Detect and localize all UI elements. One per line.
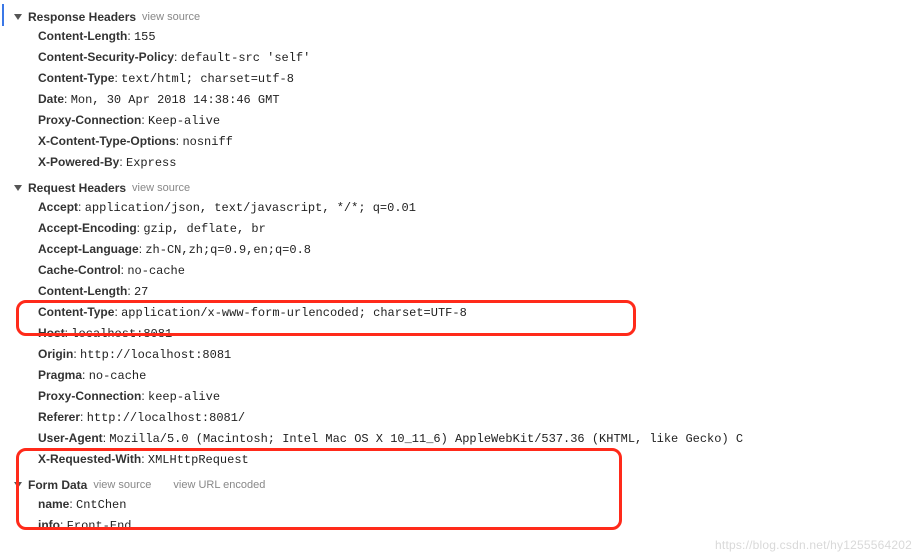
header-val: XMLHttpRequest bbox=[148, 453, 249, 467]
header-val: Express bbox=[126, 156, 176, 170]
section-title: Form Data bbox=[28, 478, 87, 492]
header-val: http://localhost:8081 bbox=[80, 348, 231, 362]
header-key: Content-Type bbox=[38, 71, 114, 85]
header-val: keep-alive bbox=[148, 390, 220, 404]
header-val: Mon, 30 Apr 2018 14:38:46 GMT bbox=[71, 93, 280, 107]
header-val: zh-CN,zh;q=0.9,en;q=0.8 bbox=[145, 243, 311, 257]
header-row: Content-Type: application/x-www-form-url… bbox=[8, 302, 924, 323]
header-key: X-Powered-By bbox=[38, 155, 119, 169]
header-key: Referer bbox=[38, 410, 80, 424]
form-key: info bbox=[38, 518, 60, 532]
header-key: Proxy-Connection bbox=[38, 113, 141, 127]
header-key: Date bbox=[38, 92, 64, 106]
view-source-link[interactable]: view source bbox=[93, 479, 151, 491]
header-row: Host: localhost:8081 bbox=[8, 323, 924, 344]
header-val: gzip, deflate, br bbox=[143, 222, 265, 236]
header-val: application/json, text/javascript, */*; … bbox=[85, 201, 416, 215]
header-key: User-Agent bbox=[38, 431, 103, 445]
view-source-link[interactable]: view source bbox=[132, 182, 190, 194]
header-row: Content-Type: text/html; charset=utf-8 bbox=[8, 68, 924, 89]
header-row: Cache-Control: no-cache bbox=[8, 260, 924, 281]
header-val: text/html; charset=utf-8 bbox=[121, 72, 294, 86]
chevron-down-icon bbox=[14, 185, 22, 191]
response-kv-list: Content-Length: 155 Content-Security-Pol… bbox=[8, 26, 924, 173]
section-header-request[interactable]: Request Headers view source bbox=[8, 179, 924, 197]
chevron-down-icon bbox=[14, 14, 22, 20]
form-val: CntChen bbox=[76, 498, 126, 512]
header-key: Pragma bbox=[38, 368, 82, 382]
header-key: Origin bbox=[38, 347, 73, 361]
header-row: Pragma: no-cache bbox=[8, 365, 924, 386]
header-key: Content-Security-Policy bbox=[38, 50, 174, 64]
section-title: Response Headers bbox=[28, 10, 136, 24]
header-key: Host bbox=[38, 326, 65, 340]
header-key: X-Requested-With bbox=[38, 452, 141, 466]
header-row: User-Agent: Mozilla/5.0 (Macintosh; Inte… bbox=[8, 428, 924, 449]
request-kv-list: Accept: application/json, text/javascrip… bbox=[8, 197, 924, 470]
header-row: Content-Length: 155 bbox=[8, 26, 924, 47]
form-val: Front-End bbox=[67, 519, 132, 533]
selection-indicator bbox=[2, 4, 4, 26]
header-val: no-cache bbox=[89, 369, 147, 383]
header-row: X-Powered-By: Express bbox=[8, 152, 924, 173]
header-key: Accept-Language bbox=[38, 242, 139, 256]
header-val: no-cache bbox=[127, 264, 185, 278]
header-val: http://localhost:8081/ bbox=[87, 411, 245, 425]
form-row: name: CntChen bbox=[8, 494, 924, 515]
header-row: Content-Length: 27 bbox=[8, 281, 924, 302]
header-row: Origin: http://localhost:8081 bbox=[8, 344, 924, 365]
header-key: Accept bbox=[38, 200, 78, 214]
view-url-encoded-link[interactable]: view URL encoded bbox=[173, 479, 265, 491]
chevron-down-icon bbox=[14, 482, 22, 488]
header-key: Proxy-Connection bbox=[38, 389, 141, 403]
header-row: X-Requested-With: XMLHttpRequest bbox=[8, 449, 924, 470]
section-title: Request Headers bbox=[28, 181, 126, 195]
watermark: https://blog.csdn.net/hy1255564202 bbox=[715, 538, 912, 552]
header-row: Proxy-Connection: keep-alive bbox=[8, 386, 924, 407]
header-key: Cache-Control bbox=[38, 263, 121, 277]
header-row: Accept: application/json, text/javascrip… bbox=[8, 197, 924, 218]
header-key: Content-Length bbox=[38, 284, 127, 298]
header-val: 27 bbox=[134, 285, 148, 299]
header-val: Keep-alive bbox=[148, 114, 220, 128]
header-row: X-Content-Type-Options: nosniff bbox=[8, 131, 924, 152]
header-row: Proxy-Connection: Keep-alive bbox=[8, 110, 924, 131]
view-source-link[interactable]: view source bbox=[142, 11, 200, 23]
section-header-response[interactable]: Response Headers view source bbox=[8, 8, 924, 26]
header-key: Accept-Encoding bbox=[38, 221, 137, 235]
header-key: Content-Type bbox=[38, 305, 114, 319]
header-key: X-Content-Type-Options bbox=[38, 134, 176, 148]
header-row: Referer: http://localhost:8081/ bbox=[8, 407, 924, 428]
header-val: default-src 'self' bbox=[181, 51, 311, 65]
header-row: Accept-Encoding: gzip, deflate, br bbox=[8, 218, 924, 239]
form-row: info: Front-End bbox=[8, 515, 924, 536]
header-val: 155 bbox=[134, 30, 156, 44]
header-val: Mozilla/5.0 (Macintosh; Intel Mac OS X 1… bbox=[109, 432, 743, 446]
header-row: Date: Mon, 30 Apr 2018 14:38:46 GMT bbox=[8, 89, 924, 110]
header-row: Content-Security-Policy: default-src 'se… bbox=[8, 47, 924, 68]
header-key: Content-Length bbox=[38, 29, 127, 43]
header-val: nosniff bbox=[182, 135, 232, 149]
formdata-kv-list: name: CntChen info: Front-End bbox=[8, 494, 924, 536]
header-val: localhost:8081 bbox=[71, 327, 172, 341]
header-val: application/x-www-form-urlencoded; chars… bbox=[121, 306, 467, 320]
form-key: name bbox=[38, 497, 69, 511]
section-header-formdata[interactable]: Form Data view source view URL encoded bbox=[8, 476, 924, 494]
header-row: Accept-Language: zh-CN,zh;q=0.9,en;q=0.8 bbox=[8, 239, 924, 260]
